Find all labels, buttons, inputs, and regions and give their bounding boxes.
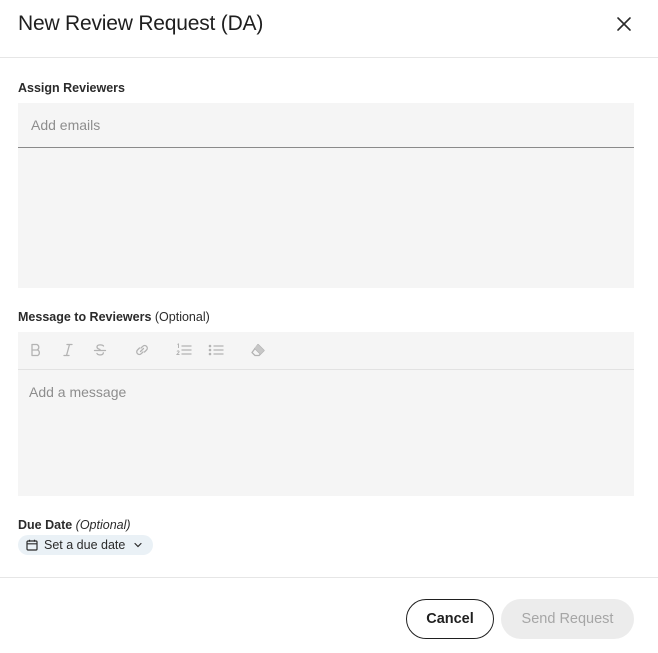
bullet-list-button[interactable] bbox=[206, 340, 226, 360]
footer-divider bbox=[0, 577, 658, 578]
emails-input[interactable] bbox=[18, 103, 634, 148]
calendar-icon bbox=[26, 539, 38, 551]
close-icon bbox=[617, 17, 631, 31]
reviewers-label: Assign Reviewers bbox=[18, 81, 125, 95]
due-date-button-label: Set a due date bbox=[44, 538, 126, 552]
reviewers-label-text: Assign Reviewers bbox=[18, 81, 125, 95]
cancel-button[interactable]: Cancel bbox=[406, 599, 494, 639]
clear-format-button[interactable] bbox=[248, 340, 268, 360]
due-date-optional: (Optional) bbox=[75, 518, 131, 532]
message-editor bbox=[18, 332, 634, 496]
message-input[interactable] bbox=[18, 370, 634, 496]
due-date-label: Due Date (Optional) bbox=[18, 518, 131, 532]
send-request-button[interactable]: Send Request bbox=[501, 599, 634, 639]
italic-icon bbox=[63, 343, 73, 357]
reviewers-box[interactable] bbox=[18, 103, 634, 288]
formatting-toolbar bbox=[18, 332, 634, 370]
strikethrough-button[interactable] bbox=[90, 340, 110, 360]
bold-button[interactable] bbox=[26, 340, 46, 360]
bold-icon bbox=[31, 343, 40, 357]
ordered-list-icon bbox=[175, 343, 192, 355]
due-date-label-text: Due Date bbox=[18, 518, 73, 532]
clear-format-icon bbox=[251, 343, 265, 357]
set-due-date-button[interactable]: Set a due date bbox=[18, 535, 154, 555]
strikethrough-icon bbox=[93, 344, 107, 356]
dialog-header: New Review Request (DA) bbox=[0, 0, 658, 58]
link-button[interactable] bbox=[132, 340, 152, 360]
bullet-list-icon bbox=[208, 344, 224, 356]
chevron-down-icon bbox=[134, 542, 142, 548]
link-icon bbox=[136, 344, 148, 356]
message-label: Message to Reviewers (Optional) bbox=[18, 310, 210, 324]
close-button[interactable] bbox=[612, 12, 636, 36]
message-label-text: Message to Reviewers bbox=[18, 310, 152, 324]
ordered-list-button[interactable] bbox=[174, 340, 194, 360]
italic-button[interactable] bbox=[58, 340, 78, 360]
dialog-title: New Review Request (DA) bbox=[18, 12, 264, 35]
message-optional: (Optional) bbox=[154, 310, 210, 324]
